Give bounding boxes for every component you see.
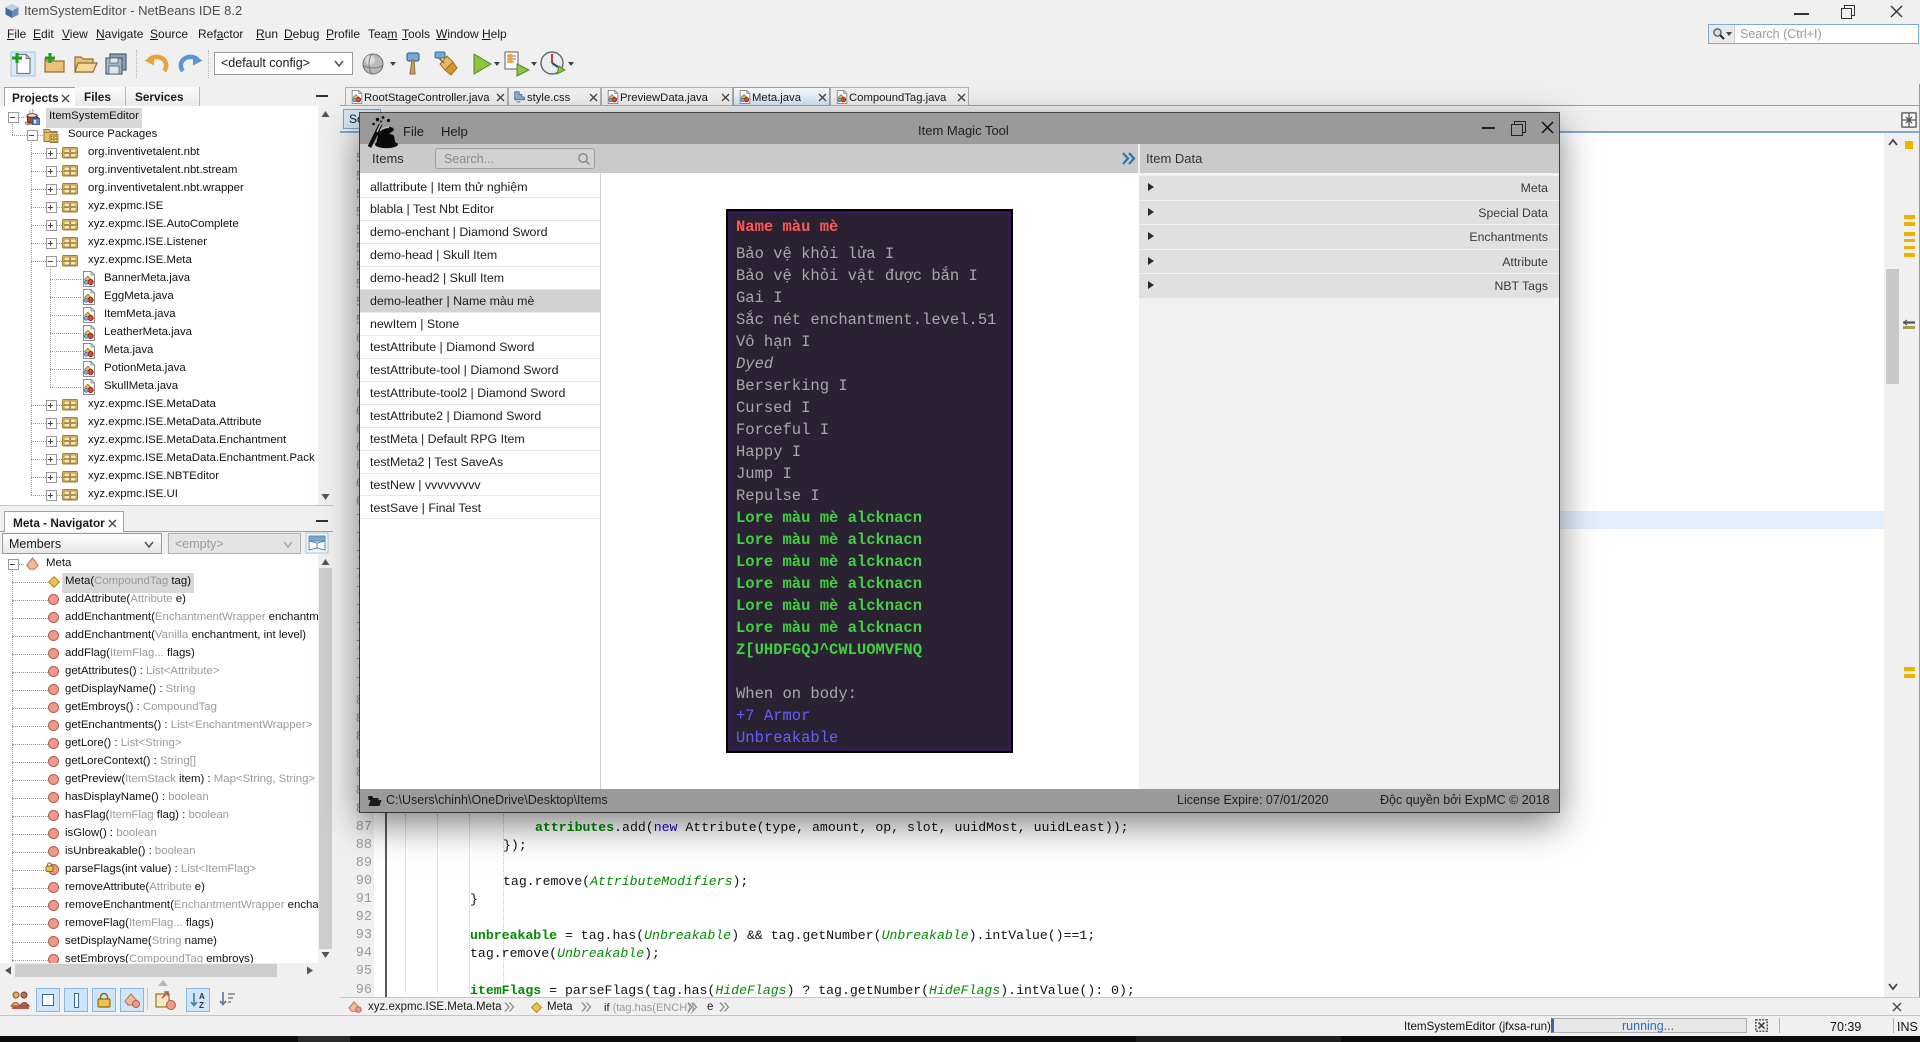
svg-text:Z: Z — [199, 1001, 204, 1009]
svg-text:A: A — [199, 992, 205, 1001]
